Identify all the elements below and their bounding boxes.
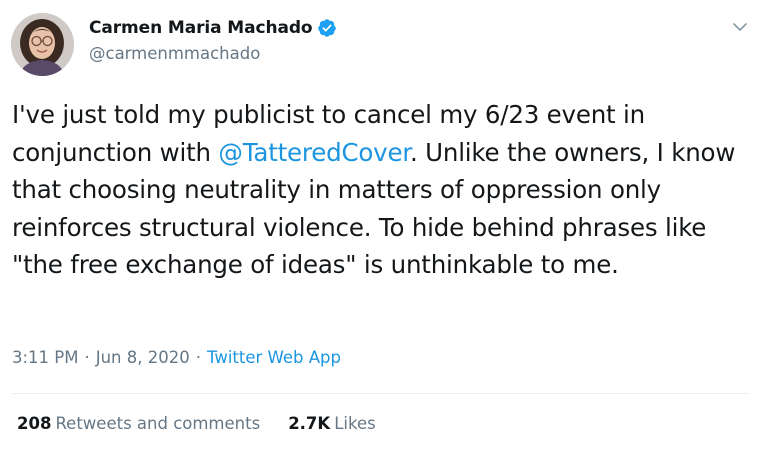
- meta-separator: ·: [195, 348, 201, 367]
- likes-label: Likes: [334, 414, 376, 433]
- author-name-row[interactable]: Carmen Maria Machado: [89, 18, 337, 38]
- chevron-down-icon[interactable]: [731, 18, 749, 36]
- tweet-card: Carmen Maria Machado @carmenmmachado I'v…: [0, 0, 761, 465]
- author-display-name[interactable]: Carmen Maria Machado: [89, 18, 313, 38]
- tweet-time[interactable]: 3:11 PM: [12, 348, 78, 367]
- divider: [12, 393, 749, 394]
- tweet-date[interactable]: Jun 8, 2020: [96, 348, 190, 367]
- tweet-text: I've just told my publicist to cancel my…: [12, 96, 747, 284]
- meta-separator: ·: [84, 348, 90, 367]
- tweet-meta: 3:11 PM · Jun 8, 2020 · Twitter Web App: [12, 348, 341, 367]
- likes-stat[interactable]: 2.7K Likes: [288, 414, 376, 433]
- likes-count: 2.7K: [288, 414, 331, 433]
- avatar[interactable]: [11, 13, 74, 76]
- tweet-source-link[interactable]: Twitter Web App: [207, 348, 341, 367]
- retweets-label: Retweets and comments: [55, 414, 261, 433]
- verified-badge-icon: [317, 18, 337, 38]
- retweets-stat[interactable]: 208 Retweets and comments: [17, 414, 260, 433]
- retweets-count: 208: [17, 414, 52, 433]
- tweet-stats: 208 Retweets and comments 2.7K Likes: [17, 414, 404, 433]
- mention-link[interactable]: @TatteredCover: [218, 138, 410, 167]
- author-handle[interactable]: @carmenmmachado: [89, 44, 260, 63]
